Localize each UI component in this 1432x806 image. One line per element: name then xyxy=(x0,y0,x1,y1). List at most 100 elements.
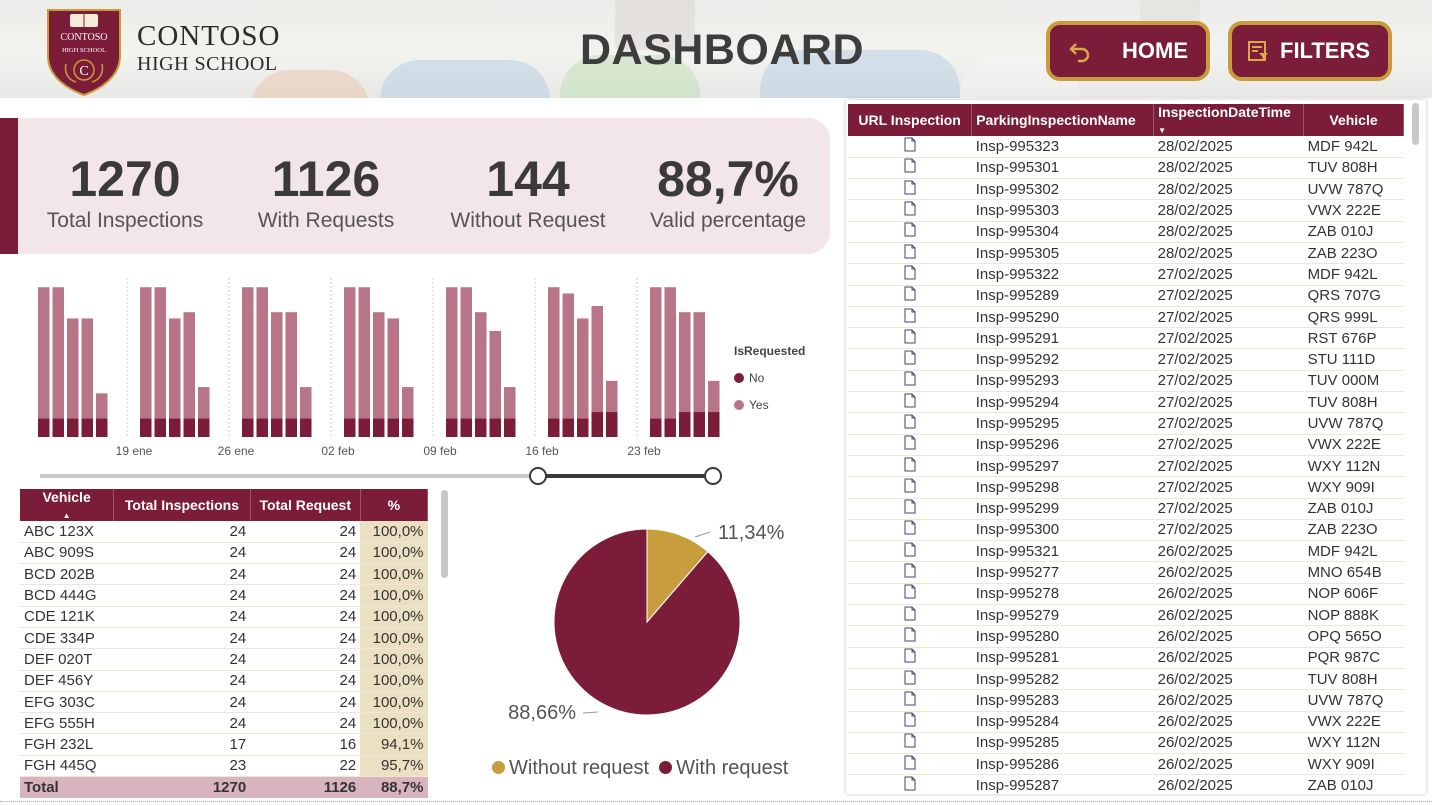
table-row[interactable]: Insp-995322 27/02/2025 MDF 942L xyxy=(848,263,1404,286)
document-link-icon[interactable] xyxy=(848,370,972,393)
table-row[interactable]: EFG 303C 24 24 100,0% xyxy=(20,691,428,714)
table-row[interactable]: Insp-995294 27/02/2025 TUV 808H xyxy=(848,391,1404,414)
document-link-icon[interactable] xyxy=(848,519,972,542)
bar-segment-yes[interactable] xyxy=(679,312,691,413)
table-row[interactable]: DEF 456Y 24 24 100,0% xyxy=(20,670,428,692)
document-link-icon[interactable] xyxy=(848,476,972,499)
bar-segment-yes[interactable] xyxy=(285,312,298,419)
document-link-icon[interactable] xyxy=(848,434,972,456)
table-row[interactable]: Insp-995292 27/02/2025 STU 111D xyxy=(848,348,1404,371)
table-row[interactable]: Insp-995283 26/02/2025 UVW 787Q xyxy=(848,689,1404,712)
bar-segment-no[interactable] xyxy=(140,418,152,437)
bar-segment-yes[interactable] xyxy=(358,287,371,419)
filters-button[interactable]: FILTERS xyxy=(1228,21,1392,81)
document-link-icon[interactable] xyxy=(848,263,972,286)
bar-segment-no[interactable] xyxy=(256,418,269,437)
table-row[interactable]: ABC 123X 24 24 100,0% xyxy=(20,521,428,543)
table-row[interactable]: ABC 909S 24 24 100,0% xyxy=(20,542,428,565)
table-row[interactable]: CDE 121K 24 24 100,0% xyxy=(20,606,428,628)
bar-segment-no[interactable] xyxy=(475,418,487,437)
bar-segment-no[interactable] xyxy=(650,418,662,437)
bar-segment-no[interactable] xyxy=(693,412,706,437)
bar-segment-yes[interactable] xyxy=(140,287,152,419)
table-row[interactable]: Insp-995304 28/02/2025 ZAB 010J xyxy=(848,221,1404,243)
bar-segment-yes[interactable] xyxy=(242,287,254,419)
bar-segment-no[interactable] xyxy=(271,418,283,437)
bar-segment-yes[interactable] xyxy=(460,287,473,419)
bar-segment-no[interactable] xyxy=(679,412,691,437)
bar-segment-no[interactable] xyxy=(708,412,720,437)
bar-segment-no[interactable] xyxy=(664,418,677,437)
document-link-icon[interactable] xyxy=(848,157,972,180)
bar-segment-no[interactable] xyxy=(344,418,356,437)
bar-segment-no[interactable] xyxy=(460,418,473,437)
bar-segment-no[interactable] xyxy=(402,418,414,437)
document-link-icon[interactable] xyxy=(848,348,972,371)
table-row[interactable]: Insp-995289 27/02/2025 QRS 707G xyxy=(848,285,1404,307)
bar-segment-yes[interactable] xyxy=(169,318,181,419)
bar-segment-yes[interactable] xyxy=(271,312,283,419)
column-header-total-request[interactable]: Total Request xyxy=(250,489,361,521)
table-row[interactable]: Insp-995285 26/02/2025 WXY 112N xyxy=(848,732,1404,755)
bar-segment-yes[interactable] xyxy=(154,287,167,419)
document-link-icon[interactable] xyxy=(848,711,972,733)
bar-segment-yes[interactable] xyxy=(606,380,618,413)
table-row[interactable]: Insp-995298 27/02/2025 WXY 909I xyxy=(848,476,1404,499)
bar-segment-no[interactable] xyxy=(96,418,108,437)
document-link-icon[interactable] xyxy=(848,753,972,776)
requests-bar-chart[interactable]: 19 ene 26 ene 02 feb 09 feb 16 feb 23 feb xyxy=(20,268,820,468)
table-row[interactable]: Insp-995296 27/02/2025 VWX 222E xyxy=(848,434,1404,456)
table-row[interactable]: Insp-995290 27/02/2025 QRS 999L xyxy=(848,306,1404,329)
document-link-icon[interactable] xyxy=(848,540,972,563)
bar-segment-no[interactable] xyxy=(387,418,400,437)
bar-segment-no[interactable] xyxy=(183,418,196,437)
table-row[interactable]: Insp-995291 27/02/2025 RST 676P xyxy=(848,327,1404,350)
column-header-percent[interactable]: % xyxy=(360,489,429,521)
table-row[interactable]: CDE 334P 24 24 100,0% xyxy=(20,627,428,650)
document-link-icon[interactable] xyxy=(848,732,972,755)
pie-legend-item-with-request[interactable]: With request xyxy=(659,757,788,780)
bar-segment-yes[interactable] xyxy=(67,318,79,419)
bar-segment-no[interactable] xyxy=(81,418,94,437)
bar-segment-no[interactable] xyxy=(606,412,618,437)
column-header-vehicle[interactable]: Vehicle ▲ xyxy=(20,489,115,521)
table-row[interactable]: Insp-995277 26/02/2025 MNO 654B xyxy=(848,561,1404,584)
bar-segment-no[interactable] xyxy=(548,418,560,437)
vehicle-table-scrollbar[interactable] xyxy=(441,490,448,578)
bar-segment-yes[interactable] xyxy=(708,380,720,413)
document-link-icon[interactable] xyxy=(848,561,972,584)
document-link-icon[interactable] xyxy=(848,412,972,435)
table-row[interactable]: Insp-995282 26/02/2025 TUV 808H xyxy=(848,668,1404,691)
bar-segment-yes[interactable] xyxy=(256,287,269,419)
pie-legend-item-without-request[interactable]: Without request xyxy=(492,757,649,780)
slider-start-handle[interactable] xyxy=(529,467,547,485)
table-row[interactable]: Insp-995299 27/02/2025 ZAB 010J xyxy=(848,498,1404,520)
bar-segment-no[interactable] xyxy=(562,418,575,437)
bar-segment-yes[interactable] xyxy=(577,318,589,419)
document-link-icon[interactable] xyxy=(848,455,972,478)
bar-segment-no[interactable] xyxy=(300,418,312,437)
table-row[interactable]: Insp-995303 28/02/2025 VWX 222E xyxy=(848,199,1404,222)
bar-segment-yes[interactable] xyxy=(344,287,356,419)
bar-segment-yes[interactable] xyxy=(548,287,560,419)
request-share-pie-chart[interactable]: 11,34% 88,66% xyxy=(490,505,820,735)
table-row[interactable]: Insp-995321 26/02/2025 MDF 942L xyxy=(848,540,1404,563)
bar-segment-yes[interactable] xyxy=(81,318,94,419)
bar-segment-no[interactable] xyxy=(577,418,589,437)
bar-segment-yes[interactable] xyxy=(489,330,502,419)
document-link-icon[interactable] xyxy=(848,285,972,307)
document-link-icon[interactable] xyxy=(848,327,972,350)
table-row[interactable]: Insp-995286 26/02/2025 WXY 909I xyxy=(848,753,1404,776)
column-header-inspection-datetime[interactable]: InspectionDateTime ▼ xyxy=(1153,104,1305,136)
column-header-url-inspection[interactable]: URL Inspection xyxy=(848,104,973,136)
slider-end-handle[interactable] xyxy=(704,467,722,485)
bar-segment-yes[interactable] xyxy=(664,287,677,419)
bar-segment-no[interactable] xyxy=(358,418,371,437)
bar-segment-no[interactable] xyxy=(242,418,254,437)
bar-segment-yes[interactable] xyxy=(300,387,312,419)
table-row[interactable]: BCD 444G 24 24 100,0% xyxy=(20,584,428,607)
document-link-icon[interactable] xyxy=(848,199,972,222)
table-row[interactable]: Insp-995302 28/02/2025 UVW 787Q xyxy=(848,178,1404,201)
table-row[interactable]: Insp-995323 28/02/2025 MDF 942L xyxy=(848,136,1404,158)
table-row[interactable]: Insp-995301 28/02/2025 TUV 808H xyxy=(848,157,1404,180)
